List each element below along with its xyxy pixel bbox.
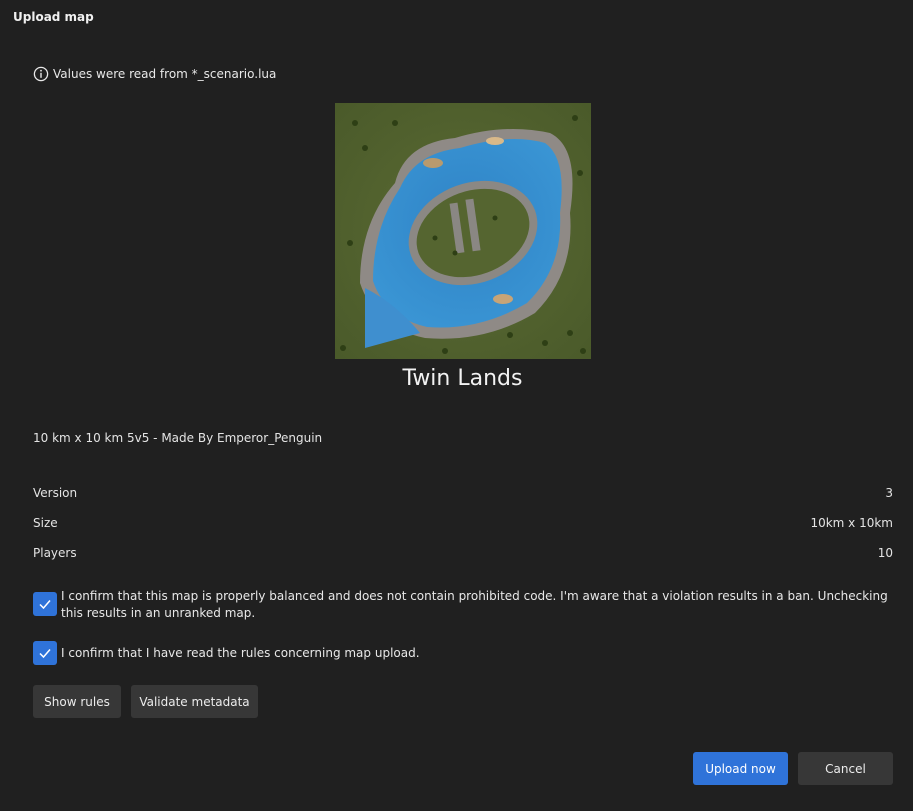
info-notice: Values were read from *_scenario.lua [33,66,276,82]
map-description: 10 km x 10 km 5v5 - Made By Emperor_Peng… [33,431,323,445]
dialog-title: Upload map [13,10,94,24]
map-preview-image [335,103,591,359]
property-value: 10 [877,546,893,560]
rules-confirmation: I confirm that I have read the rules con… [33,641,893,665]
property-version: Version 3 [33,486,893,500]
upload-now-button[interactable]: Upload now [693,752,788,785]
info-text: Values were read from *_scenario.lua [53,67,277,81]
rules-confirmation-checkbox[interactable] [33,641,57,665]
balance-confirmation: I confirm that this map is properly bala… [33,588,893,622]
upload-map-dialog: Upload map Values were read from *_scena… [0,0,913,811]
info-icon [33,66,49,82]
map-title: Twin Lands [402,366,523,391]
balance-confirmation-checkbox[interactable] [33,592,57,616]
rules-confirmation-label: I confirm that I have read the rules con… [61,646,420,660]
property-players: Players 10 [33,546,893,560]
property-label: Players [33,546,77,560]
checkmark-icon [39,600,51,610]
show-rules-button[interactable]: Show rules [33,685,121,718]
cancel-button[interactable]: Cancel [798,752,893,785]
property-size: Size 10km x 10km [33,516,893,530]
property-value: 10km x 10km [810,516,893,530]
property-label: Version [33,486,78,500]
checkmark-icon [39,649,51,659]
validate-metadata-button[interactable]: Validate metadata [131,685,258,718]
property-label: Size [33,516,58,530]
balance-confirmation-label: I confirm that this map is properly bala… [61,589,888,620]
property-value: 3 [885,486,893,500]
